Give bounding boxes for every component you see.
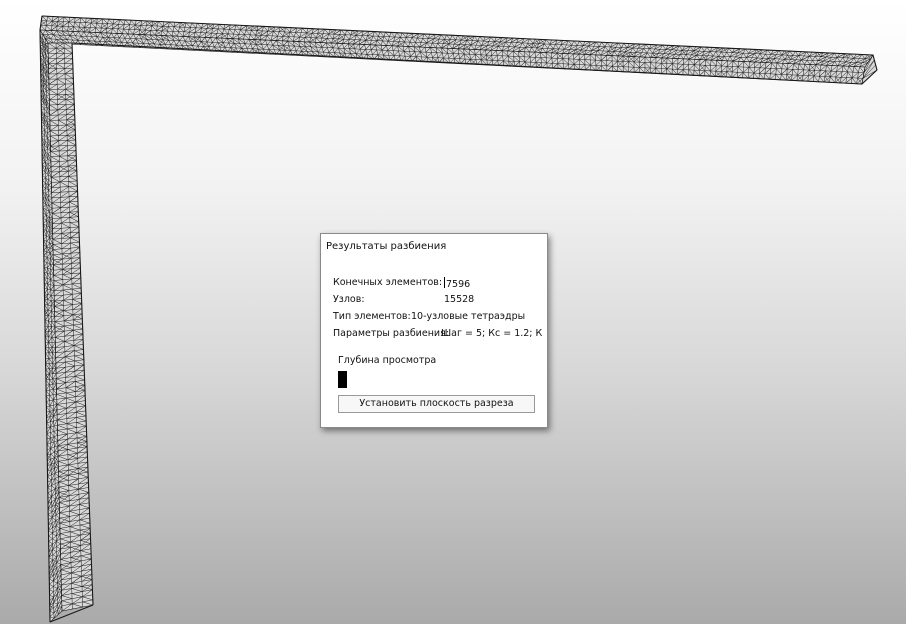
elements-value-wrap: 7596 <box>444 277 470 290</box>
mesh-params-value: Шаг = 5; Кс = 1.2; К <box>441 328 543 339</box>
mesh-results-panel: Результаты разбиения Конечных элементов:… <box>320 233 548 428</box>
view-depth-slider[interactable] <box>338 371 347 388</box>
elements-value: 7596 <box>446 279 471 290</box>
set-section-plane-button[interactable]: Установить плоскость разреза <box>338 395 535 413</box>
panel-title: Результаты разбиения <box>326 241 447 252</box>
text-cursor <box>444 277 445 288</box>
nodes-value: 15528 <box>444 294 475 305</box>
nodes-label: Узлов: <box>333 294 365 305</box>
elements-label: Конечных элементов: <box>333 277 443 288</box>
element-type-label: Тип элементов: <box>333 311 411 322</box>
view-depth-label: Глубина просмотра <box>338 355 437 366</box>
element-type-value: 10-узловые тетраэдры <box>411 311 526 322</box>
mesh-params-label: Параметры разбиения: <box>333 328 449 339</box>
